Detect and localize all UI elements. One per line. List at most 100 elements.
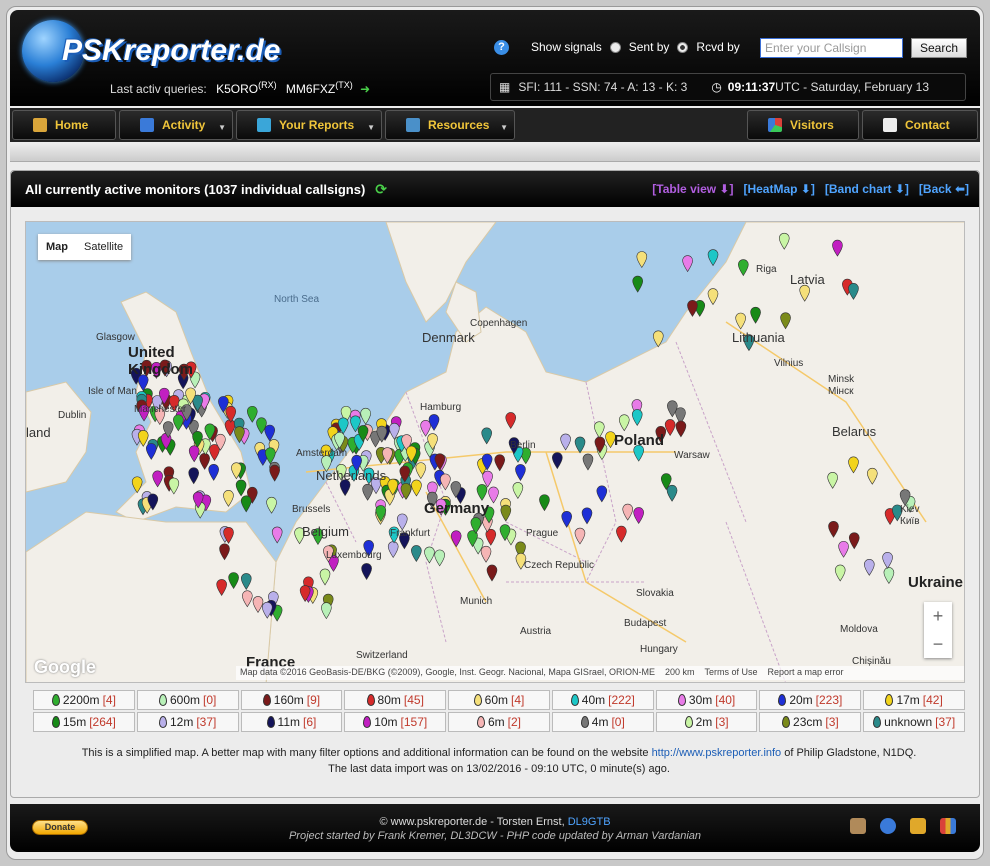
heatmap-link[interactable]: [HeatMap ⬇]	[743, 182, 814, 196]
callsign-search-input[interactable]: Enter your Callsign	[760, 38, 903, 58]
legend-count: [42]	[922, 693, 943, 707]
rcvd-by-radio[interactable]	[677, 41, 689, 53]
map-label-frankfurt: Frankfurt	[390, 528, 431, 539]
users-icon[interactable]	[850, 818, 866, 834]
legend-item-600m[interactable]: 600m [0]	[136, 690, 239, 710]
search-button[interactable]: Search	[911, 38, 967, 58]
help-icon[interactable]: ?	[494, 40, 509, 55]
map-canvas[interactable]	[26, 222, 965, 683]
map-type-satellite-button[interactable]: Satellite	[76, 234, 131, 260]
legend-item-6m[interactable]: 6m [2]	[448, 712, 550, 732]
refresh-icon[interactable]: ⟳	[375, 181, 387, 198]
monitor-pin[interactable]	[636, 251, 648, 269]
legend-item-2200m[interactable]: 2200m [4]	[33, 690, 135, 710]
legend-item-80m[interactable]: 80m [45]	[344, 690, 447, 710]
legend-item-unknown[interactable]: unknown [37]	[863, 712, 966, 732]
map-pin-icon	[873, 716, 882, 728]
monitor-pin[interactable]	[240, 495, 252, 513]
monitor-pin[interactable]	[269, 464, 280, 482]
nav-home-label: Home	[55, 118, 89, 132]
legend-item-160m[interactable]: 160m [9]	[240, 690, 343, 710]
show-signals-label: Show signals	[531, 40, 602, 54]
pskreporter-info-link[interactable]: http://www.pskreporter.info	[652, 747, 782, 759]
monitor-pin[interactable]	[271, 526, 283, 544]
monitor-pin[interactable]	[360, 407, 371, 425]
last-tx-callsign[interactable]: MM6FXZ(TX)	[286, 80, 353, 96]
panel-header: All currently active monitors (1037 indi…	[11, 171, 979, 207]
legend-item-10m[interactable]: 10m [157]	[344, 712, 447, 732]
legend-band: unknown	[884, 715, 933, 729]
nav-resources[interactable]: Resources ▼	[385, 110, 515, 140]
nav-activity[interactable]: Activity ▼	[119, 110, 233, 140]
arrow-right-icon[interactable]: ➜	[360, 82, 370, 96]
map-pin-icon	[266, 716, 275, 728]
monitor-pin[interactable]	[225, 406, 237, 423]
zoom-out-button[interactable]: −	[924, 630, 952, 658]
site-logo[interactable]: PSKreporter.de	[22, 20, 280, 82]
back-link[interactable]: [Back ⬅]	[919, 182, 969, 196]
footer-copyright-text: © www.pskreporter.de - Torsten Ernst,	[379, 816, 568, 828]
legend-count: [0]	[611, 715, 625, 729]
solar-info-bar: ▦ SFI: 111 - SSN: 74 - A: 13 - K: 3 ◷ 09…	[490, 73, 966, 101]
nav-your-reports-label: Your Reports	[279, 118, 355, 132]
terms-link[interactable]: Terms of Use	[704, 667, 757, 679]
legend-item-30m[interactable]: 30m [40]	[655, 690, 758, 710]
legend-item-11m[interactable]: 11m [6]	[240, 712, 343, 732]
reports-icon	[257, 118, 271, 132]
map-label-netherlands: Netherlands	[316, 468, 387, 483]
monitor-map[interactable]: North Sea Glasgow United Kingdom Isle of …	[25, 221, 965, 683]
map-pin-icon	[885, 694, 894, 706]
nav-visitors[interactable]: Visitors	[747, 110, 859, 140]
table-view-link[interactable]: [Table view ⬇]	[652, 182, 733, 196]
monitor-pin[interactable]	[632, 275, 644, 293]
monitor-pin[interactable]	[707, 249, 719, 267]
legend-count: [223]	[815, 693, 843, 707]
map-pin-icon	[51, 716, 60, 728]
utc-date: UTC - Saturday, February 13	[775, 80, 930, 94]
stats-icon[interactable]	[940, 818, 956, 834]
nav-your-reports[interactable]: Your Reports ▼	[236, 110, 382, 140]
pie-chart-icon	[768, 118, 782, 132]
resources-icon	[406, 118, 420, 132]
legend-band: 160m	[273, 693, 304, 707]
legend-item-12m[interactable]: 12m [37]	[136, 712, 239, 732]
chevron-down-icon: ▼	[218, 123, 226, 132]
monitor-pin[interactable]	[246, 406, 258, 423]
lock-icon[interactable]	[910, 818, 926, 834]
map-pin-icon	[477, 716, 485, 728]
monitor-pin[interactable]	[682, 255, 693, 273]
monitor-pin[interactable]	[266, 496, 277, 514]
footer-callsign-link[interactable]: DL9GTB	[568, 816, 611, 828]
legend-item-23cm[interactable]: 23cm [3]	[759, 712, 862, 732]
map-pin-icon	[366, 694, 375, 706]
legend-band: 6m	[488, 715, 505, 729]
map-label-ukraine: Ukraine	[908, 574, 964, 591]
sent-by-radio[interactable]	[609, 41, 621, 53]
legend-item-15m[interactable]: 15m [264]	[33, 712, 135, 732]
monitor-pin[interactable]	[264, 424, 276, 442]
signal-filter: Show signals Sent by Rcvd by	[531, 40, 740, 54]
nav-home[interactable]: Home	[12, 110, 116, 140]
legend-item-2m[interactable]: 2m [3]	[655, 712, 758, 732]
legend-item-20m[interactable]: 20m [223]	[759, 690, 862, 710]
zoom-in-button[interactable]: +	[924, 602, 952, 630]
footer-copyright: © www.pskreporter.de - Torsten Ernst, DL…	[10, 816, 980, 828]
legend-item-60m[interactable]: 60m [4]	[448, 690, 550, 710]
note-line-1: This is a simplified map. A better map w…	[33, 745, 965, 761]
view-links: [Table view ⬇] [HeatMap ⬇] [Band chart ⬇…	[652, 182, 969, 196]
nav-contact[interactable]: Contact	[862, 110, 978, 140]
legend-item-4m[interactable]: 4m [0]	[551, 712, 654, 732]
info-icon[interactable]	[880, 818, 896, 834]
last-rx-callsign[interactable]: K5ORO(RX)	[216, 80, 277, 96]
map-pin-icon	[158, 716, 167, 728]
legend-band: 2m	[695, 715, 713, 729]
legend-item-40m[interactable]: 40m [222]	[551, 690, 654, 710]
logo-text: PSKreporter.de	[62, 34, 281, 67]
report-error-link[interactable]: Report a map error	[767, 667, 843, 679]
map-note: This is a simplified map. A better map w…	[33, 745, 965, 777]
map-type-map-button[interactable]: Map	[38, 234, 76, 260]
legend-item-17m[interactable]: 17m [42]	[863, 690, 966, 710]
band-chart-link[interactable]: [Band chart ⬇]	[825, 182, 909, 196]
monitor-pin[interactable]	[265, 447, 276, 465]
map-pin-icon	[684, 716, 693, 728]
